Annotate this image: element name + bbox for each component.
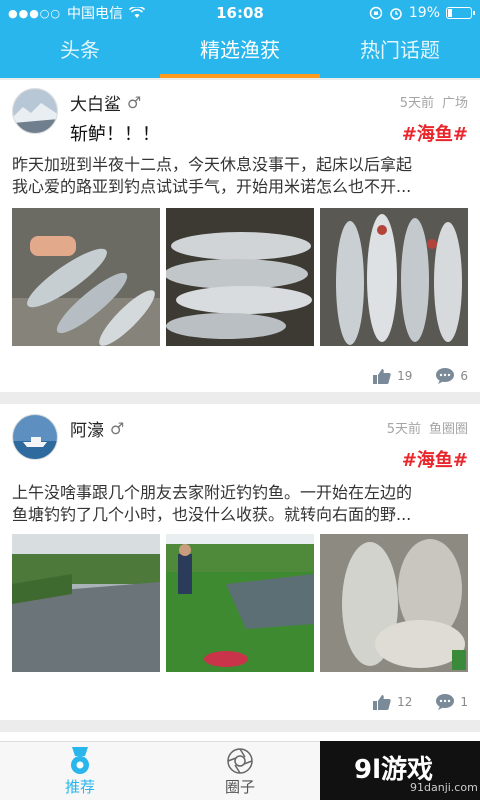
comment-count: 6 — [460, 369, 468, 383]
post-text[interactable]: 上午没啥事跟几个朋友去家附近钓钓鱼。一开始在左边的 鱼塘钓钓了几个小时，也没什么… — [12, 482, 468, 526]
post-photo[interactable] — [12, 208, 160, 346]
post-photo[interactable] — [320, 208, 468, 346]
post-tag[interactable]: #海鱼# — [402, 446, 468, 472]
nav-recommend[interactable]: 推荐 — [0, 742, 160, 800]
post-photo[interactable] — [320, 534, 468, 672]
thumbs-up-icon — [373, 695, 391, 710]
carrier-label: 中国电信 — [67, 6, 123, 22]
signal-icon: ●●●○○ — [8, 6, 61, 20]
post-meta: 5天前 广场 — [400, 92, 468, 111]
thumbs-up-icon — [373, 369, 391, 384]
post-card[interactable]: 阿濠 ♂ 5天前 鱼圈圈 #海鱼# 上午没啥事跟几个朋友去家附近钓钓鱼。一开始在… — [0, 404, 480, 720]
like-count: 12 — [397, 695, 413, 709]
post-text[interactable]: 昨天加班到半夜十二点，今天休息没事干，起床以后拿起 我心爱的路亚到钓点试试手气，… — [12, 154, 468, 198]
comment-button[interactable]: 1 — [436, 694, 468, 710]
username[interactable]: 阿濠 ♂ — [70, 416, 124, 441]
avatar[interactable] — [12, 88, 58, 134]
male-icon: ♂ — [110, 419, 125, 438]
nav-circles-label: 圈子 — [224, 778, 255, 796]
rotation-lock-icon — [369, 6, 383, 20]
wifi-icon — [129, 7, 145, 18]
like-button[interactable]: 19 — [373, 368, 412, 384]
tab-featured-catch[interactable]: 精选渔获 — [160, 26, 320, 78]
watermark-logo: 9l游戏 91danji.com — [320, 741, 480, 800]
post-stats: 19 6 — [373, 368, 468, 384]
alarm-icon — [390, 8, 402, 20]
watermark-site: 91danji.com — [410, 781, 478, 794]
comment-button[interactable]: 6 — [436, 368, 468, 384]
post-photo[interactable] — [166, 534, 314, 672]
medal-icon — [71, 747, 89, 774]
male-icon: ♂ — [127, 93, 142, 112]
post-section[interactable]: 鱼圈圈 — [429, 418, 468, 437]
avatar[interactable] — [12, 414, 58, 460]
post-time: 5天前 — [399, 96, 434, 111]
post-photo[interactable] — [166, 208, 314, 346]
post-meta: 5天前 鱼圈圈 — [387, 418, 468, 437]
tab-headlines[interactable]: 头条 — [0, 26, 160, 78]
aperture-icon — [227, 748, 253, 774]
tab-hot-topics[interactable]: 热门话题 — [320, 26, 480, 78]
top-tabs: 头条 精选渔获 热门话题 — [0, 26, 480, 78]
nav-recommend-label: 推荐 — [64, 778, 95, 796]
app-header: ●●●○○ 中国电信 16:08 19% 头条 精选渔获 热门话题 — [0, 0, 480, 78]
post-tag[interactable]: #海鱼# — [402, 120, 468, 146]
comment-icon — [436, 368, 455, 384]
username[interactable]: 大白鲨 ♂ — [70, 90, 141, 115]
active-tab-indicator — [160, 74, 320, 78]
post-photo[interactable] — [12, 534, 160, 672]
comment-icon — [436, 694, 455, 710]
nav-circles[interactable]: 圈子 — [160, 742, 320, 800]
post-time: 5天前 — [386, 422, 421, 437]
post-title: 斩鲈！！！ — [70, 124, 160, 145]
post-section[interactable]: 广场 — [442, 92, 468, 111]
comment-count: 1 — [460, 695, 468, 709]
post-stats: 12 1 — [373, 694, 468, 710]
status-bar: ●●●○○ 中国电信 16:08 19% — [0, 0, 480, 26]
battery-percent: 19% — [408, 5, 440, 21]
battery-icon — [446, 7, 475, 19]
post-card[interactable]: 大白鲨 ♂ 5天前 广场 斩鲈！！！ #海鱼# 昨天加班到半夜十二点，今天休息没… — [0, 80, 480, 392]
like-count: 19 — [397, 369, 413, 383]
post-card-partial — [0, 732, 480, 741]
like-button[interactable]: 12 — [373, 694, 412, 710]
